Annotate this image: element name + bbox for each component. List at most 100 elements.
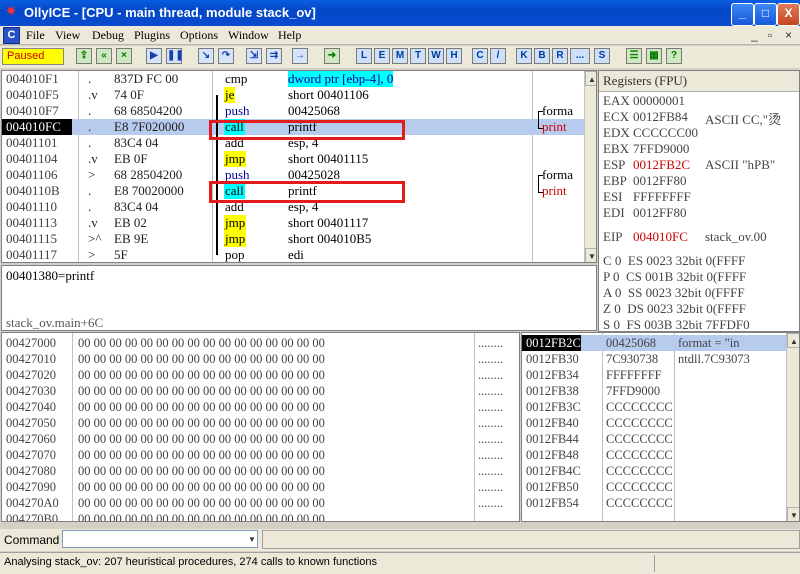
flag-segment-row[interactable]: S 0 FS 003B 32bit 7FFDF0 — [603, 317, 750, 331]
disasm-row[interactable]: 00401113 .v EB 02 jmp short 00401117 — [2, 215, 584, 231]
stack-scrollbar[interactable]: ▲ ▼ — [786, 333, 799, 521]
run-icon[interactable]: ▶ — [146, 48, 162, 64]
register-comment[interactable]: ASCII CC,"烫 — [705, 109, 781, 128]
disasm-row[interactable]: 004010F1. 837D FC 00 cmp dword ptr [ebp-4],… — [2, 71, 584, 87]
close-program-icon[interactable]: × — [116, 48, 132, 64]
register-name[interactable]: EBX — [603, 141, 629, 157]
patches-button[interactable]: / — [490, 48, 506, 64]
menu-options[interactable]: Options — [180, 28, 218, 43]
stack-row[interactable]: 0012FB40 CCCCCCCC — [522, 415, 792, 431]
log-window-button[interactable]: L — [356, 48, 372, 64]
stack-row[interactable]: 0012FB54 CCCCCCCC — [522, 495, 792, 511]
windows-button[interactable]: W — [428, 48, 444, 64]
source-button[interactable]: S — [594, 48, 610, 64]
mdi-minimize-button[interactable]: _ — [751, 28, 758, 42]
stack-row[interactable]: 0012FB38 7FFD9000 — [522, 383, 792, 399]
mdi-restore-button[interactable]: ▫ — [768, 28, 772, 42]
stack-scroll-up-arrow-icon[interactable]: ▲ — [787, 333, 799, 348]
executable-modules-button[interactable]: E — [374, 48, 390, 64]
menu-plugins[interactable]: Plugins — [134, 28, 170, 43]
dump-row[interactable]: 00427020 00 00 00 00 00 00 00 00 00 00 00… — [2, 367, 519, 383]
dump-row[interactable]: 00427040 00 00 00 00 00 00 00 00 00 00 00… — [2, 399, 519, 415]
register-name[interactable]: EAX — [603, 93, 630, 109]
menu-window[interactable]: Window — [228, 28, 269, 43]
register-value[interactable]: 0012FF80 — [633, 205, 686, 221]
stack-pane[interactable]: 0012FB2C 00425068 format = "in 0012FB30 7C93… — [521, 332, 800, 522]
mdi-close-button[interactable]: × — [785, 28, 792, 42]
flag-segment-row[interactable]: P 0 CS 001B 32bit 0(FFFF — [603, 269, 746, 285]
dump-row[interactable]: 00427000 00 00 00 00 00 00 00 00 00 00 00… — [2, 335, 519, 351]
stack-row[interactable]: 0012FB2C 00425068 format = "in — [522, 335, 792, 351]
dump-row[interactable]: 00427010 00 00 00 00 00 00 00 00 00 00 00… — [2, 351, 519, 367]
cpu-button[interactable]: C — [472, 48, 488, 64]
disasm-row[interactable]: 004010F5 .v 74 0F je short 00401106 — [2, 87, 584, 103]
register-value[interactable]: CCCCCC00 — [633, 125, 698, 141]
stack-row[interactable]: 0012FB3C CCCCCCCC — [522, 399, 792, 415]
help-icon[interactable]: ? — [666, 48, 682, 64]
stack-row[interactable]: 0012FB48 CCCCCCCC — [522, 447, 792, 463]
stack-row[interactable]: 0012FB4C CCCCCCCC — [522, 463, 792, 479]
dump-row[interactable]: 004270B0 00 00 00 00 00 00 00 00 00 00 00… — [2, 511, 519, 521]
menu-view[interactable]: View — [55, 28, 80, 43]
dump-row[interactable]: 00427080 00 00 00 00 00 00 00 00 00 00 00… — [2, 463, 519, 479]
pause-icon[interactable]: ❚❚ — [166, 48, 184, 64]
command-input[interactable] — [62, 530, 258, 548]
register-comment[interactable]: ASCII "hPB" — [705, 157, 775, 173]
minimize-button[interactable]: _ — [731, 3, 754, 26]
scroll-down-arrow-icon[interactable]: ▼ — [585, 248, 596, 262]
register-comment[interactable]: stack_ov.00 — [705, 229, 767, 245]
register-value[interactable]: 7FFD9000 — [633, 141, 689, 157]
list-icon[interactable]: ☰ — [626, 48, 642, 64]
register-name[interactable]: ESP — [603, 157, 625, 173]
dump-row[interactable]: 00427050 00 00 00 00 00 00 00 00 00 00 00… — [2, 415, 519, 431]
grid-icon[interactable]: ▦ — [646, 48, 662, 64]
stack-scroll-down-arrow-icon[interactable]: ▼ — [787, 507, 799, 521]
disassembly-pane[interactable]: 004010F1. 837D FC 00 cmp dword ptr [ebp-4],… — [1, 70, 597, 263]
dump-row[interactable]: 004270A0 00 00 00 00 00 00 00 00 00 00 00… — [2, 495, 519, 511]
register-value[interactable]: 0012FF80 — [633, 173, 686, 189]
goto-icon[interactable]: ➜ — [324, 48, 340, 64]
memory-map-button[interactable]: M — [392, 48, 408, 64]
cpu-window-icon[interactable]: C — [3, 27, 20, 44]
register-value[interactable]: 00000001 — [633, 93, 685, 109]
flag-segment-row[interactable]: A 0 SS 0023 32bit 0(FFFF — [603, 285, 745, 301]
open-icon[interactable]: ⇪ — [76, 48, 92, 64]
register-name[interactable]: EDI — [603, 205, 625, 221]
step-into-icon[interactable]: ↘ — [198, 48, 214, 64]
trace-into-icon[interactable]: ⇲ — [246, 48, 262, 64]
memory-dump-pane[interactable]: 00427000 00 00 00 00 00 00 00 00 00 00 00… — [1, 332, 520, 522]
register-name[interactable]: ESI — [603, 189, 623, 205]
register-name[interactable]: EDX — [603, 125, 630, 141]
register-name[interactable]: EIP — [603, 229, 623, 245]
call-stack-button[interactable]: K — [516, 48, 532, 64]
flag-segment-row[interactable]: Z 0 DS 0023 32bit 0(FFFF — [603, 301, 746, 317]
command-dropdown-icon[interactable]: ▼ — [246, 534, 258, 546]
flag-segment-row[interactable]: C 0 ES 0023 32bit 0(FFFF — [603, 253, 745, 269]
register-value[interactable]: 004010FC — [633, 229, 688, 245]
dump-row[interactable]: 00427030 00 00 00 00 00 00 00 00 00 00 00… — [2, 383, 519, 399]
maximize-button[interactable]: □ — [754, 3, 777, 26]
dump-row[interactable]: 00427070 00 00 00 00 00 00 00 00 00 00 00… — [2, 447, 519, 463]
execute-till-return-icon[interactable]: → — [292, 48, 308, 64]
disasm-scrollbar[interactable]: ▲ ▼ — [584, 71, 596, 262]
register-value[interactable]: FFFFFFFF — [633, 189, 691, 205]
stack-row[interactable]: 0012FB44 CCCCCCCC — [522, 431, 792, 447]
disasm-row[interactable]: 00401115 >^ EB 9E jmp short 004010B5 — [2, 231, 584, 247]
threads-button[interactable]: T — [410, 48, 426, 64]
stack-row[interactable]: 0012FB50 CCCCCCCC — [522, 479, 792, 495]
registers-pane[interactable]: Registers (FPU) EAX 00000001 ECX 0012FB84 AS… — [598, 70, 800, 332]
menu-help[interactable]: Help — [278, 28, 301, 43]
stack-row[interactable]: 0012FB34 FFFFFFFF — [522, 367, 792, 383]
handles-button[interactable]: H — [446, 48, 462, 64]
menu-file[interactable]: File — [26, 28, 45, 43]
breakpoints-button[interactable]: B — [534, 48, 550, 64]
dump-row[interactable]: 00427060 00 00 00 00 00 00 00 00 00 00 00… — [2, 431, 519, 447]
run-trace-button[interactable]: ... — [570, 48, 590, 64]
register-value[interactable]: 0012FB2C — [633, 157, 690, 173]
restart-icon[interactable]: « — [96, 48, 112, 64]
close-button[interactable]: X — [777, 3, 800, 26]
step-over-icon[interactable]: ↷ — [218, 48, 234, 64]
disasm-row[interactable]: 00401117 >5F pop edi — [2, 247, 584, 262]
stack-row[interactable]: 0012FB30 7C930738 ntdll.7C93073 — [522, 351, 792, 367]
scroll-up-arrow-icon[interactable]: ▲ — [585, 71, 596, 86]
